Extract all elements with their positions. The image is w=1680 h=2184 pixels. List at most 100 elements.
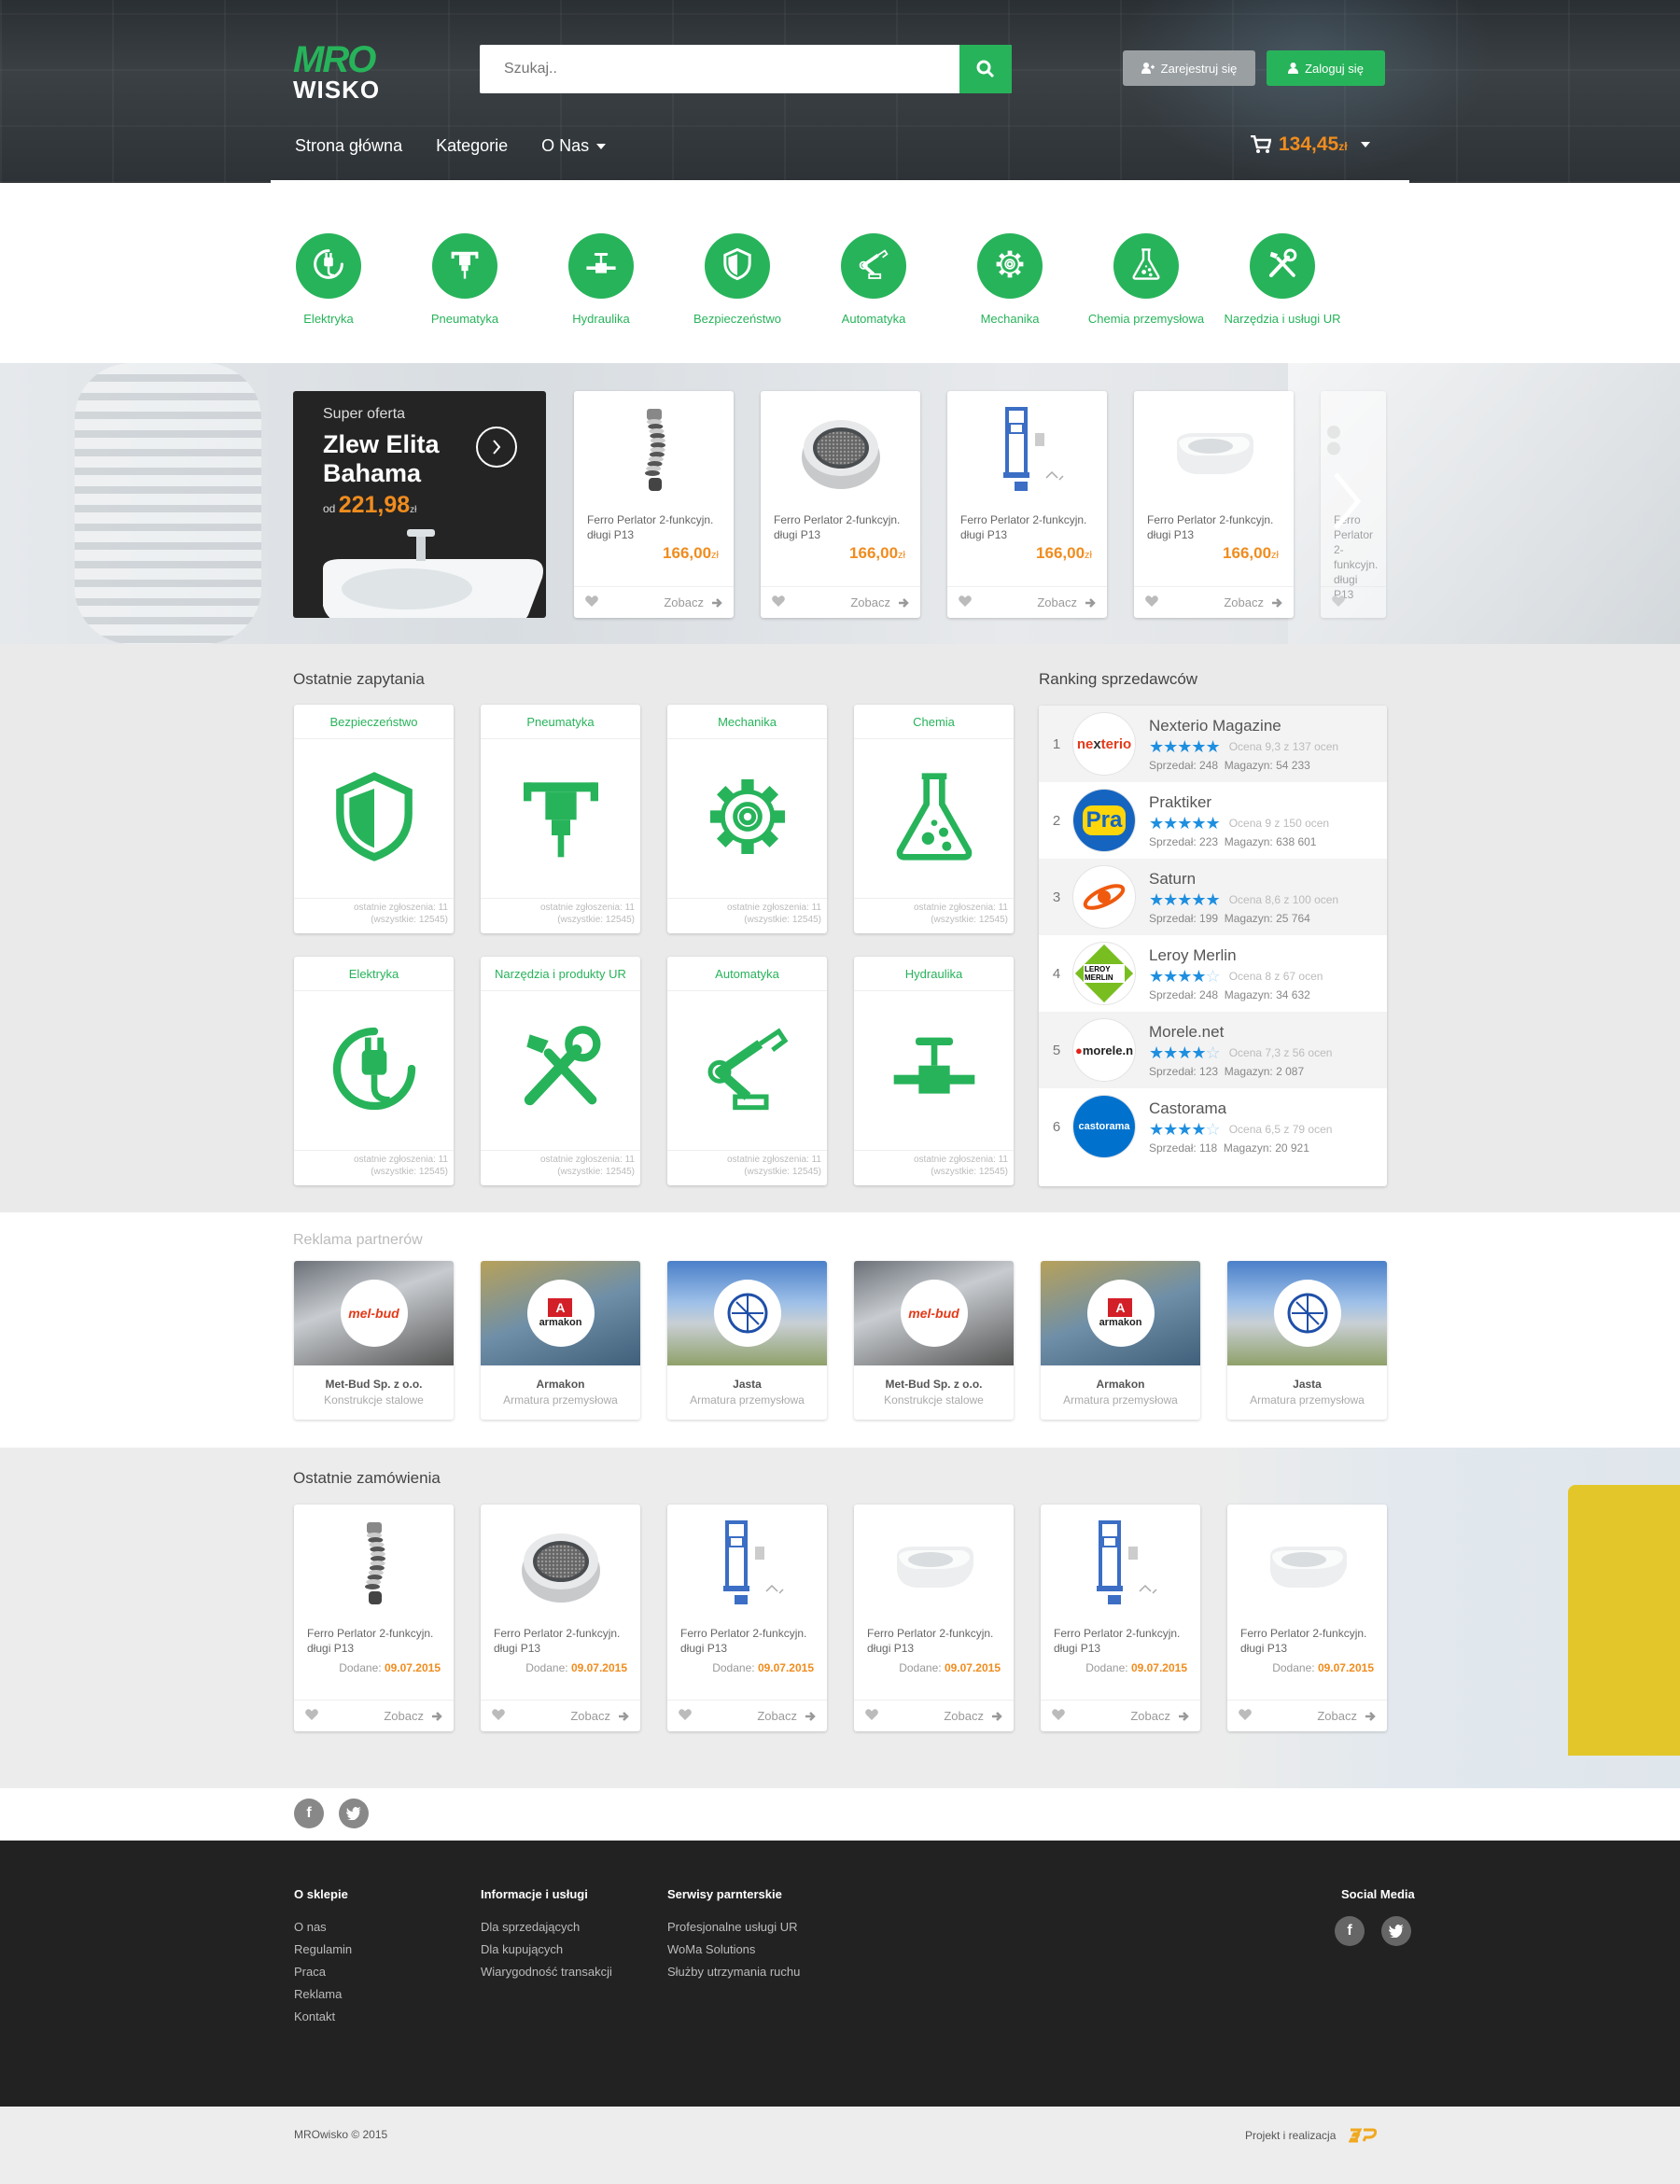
product-image	[294, 1505, 454, 1626]
nav-about[interactable]: O Nas	[541, 136, 607, 156]
view-button[interactable]: Zobacz	[757, 1709, 816, 1723]
footer-link[interactable]: Regulamin	[294, 1939, 352, 1961]
query-card[interactable]: Narzędzia i produkty UR ostatnie zgłosze…	[481, 957, 640, 1185]
query-card[interactable]: Bezpieczeństwo ostatnie zgłoszenia: 11 (w…	[294, 705, 454, 933]
offer-arrow-button[interactable]	[476, 427, 517, 468]
partner-card[interactable]: mel-bud Met-Bud Sp. z o.o. Konstrukcje s…	[854, 1261, 1014, 1420]
twitter-button[interactable]	[1381, 1916, 1411, 1946]
category-label: Automatyka	[841, 312, 906, 326]
query-card[interactable]: Hydraulika ostatnie zgłoszenia: 11 (wszys…	[854, 957, 1014, 1185]
order-card[interactable]: Ferro Perlator 2-funkcyjn. długi P13 Dod…	[481, 1505, 640, 1731]
hero-product-card[interactable]: Ferro Perlator 2-funkcyjn. długi P13 166…	[574, 391, 734, 618]
ranking-row[interactable]: 5 ●morele.n Morele.net ★★★★☆ Ocena 7,3 z …	[1039, 1012, 1387, 1088]
category-bezpieczeństwo[interactable]: Bezpieczeństwo	[672, 233, 803, 328]
product-actions: Zobacz	[1041, 1700, 1200, 1731]
cart[interactable]: 134,45zł	[1251, 133, 1370, 156]
favorite-button[interactable]	[1145, 595, 1158, 609]
order-card[interactable]: Ferro Perlator 2-funkcyjn. długi P13 Dod…	[1227, 1505, 1387, 1731]
add-user-icon	[1141, 63, 1155, 74]
footer-link[interactable]: Służby utrzymania ruchu	[667, 1961, 800, 1983]
partner-card[interactable]: Jasta Armatura przemysłowa	[667, 1261, 827, 1420]
footer-link[interactable]: WoMa Solutions	[667, 1939, 800, 1961]
footer-link[interactable]: Wiarygodność transakcji	[481, 1961, 612, 1983]
footer-link[interactable]: Dla kupujących	[481, 1939, 612, 1961]
view-button[interactable]: Zobacz	[570, 1709, 629, 1723]
favorite-button[interactable]	[1239, 1709, 1252, 1723]
logo[interactable]: MRO WISKO	[293, 41, 379, 102]
favorite-button[interactable]	[772, 595, 785, 609]
hero-product-card[interactable]: Ferro Perlator 2-funkcyjn. długi P13 166…	[1134, 391, 1294, 618]
seller-name: Morele.net	[1149, 1022, 1225, 1041]
order-card[interactable]: Ferro Perlator 2-funkcyjn. długi P13 Dod…	[1041, 1505, 1200, 1731]
view-button[interactable]: Zobacz	[664, 595, 722, 609]
register-button[interactable]: Zarejestruj się	[1123, 50, 1255, 86]
view-button[interactable]: Zobacz	[850, 595, 909, 609]
favorite-button[interactable]	[679, 1709, 692, 1723]
category-automatyka[interactable]: Automatyka	[808, 233, 939, 328]
view-button[interactable]: Zobacz	[1224, 595, 1282, 609]
partner-card[interactable]: mel-bud Met-Bud Sp. z o.o. Konstrukcje s…	[294, 1261, 454, 1420]
view-button[interactable]: Zobacz	[1037, 595, 1096, 609]
favorite-button[interactable]	[959, 595, 972, 609]
twitter-icon	[346, 1807, 361, 1820]
nav-categories[interactable]: Kategorie	[436, 136, 508, 156]
footer-link[interactable]: Praca	[294, 1961, 352, 1983]
super-offer[interactable]: Super oferta Zlew Elita Bahama od 221,98…	[293, 391, 546, 618]
order-card[interactable]: Ferro Perlator 2-funkcyjn. długi P13 Dod…	[854, 1505, 1014, 1731]
rating-score: Ocena 8 z 67 ocen	[1228, 970, 1323, 983]
partner-card[interactable]: Jasta Armatura przemysłowa	[1227, 1261, 1387, 1420]
search-button[interactable]	[959, 45, 1012, 93]
facebook-button[interactable]: f	[1335, 1916, 1365, 1946]
order-card[interactable]: Ferro Perlator 2-funkcyjn. długi P13 Dod…	[294, 1505, 454, 1731]
footer-link[interactable]: Profesjonalne usługi UR	[667, 1916, 800, 1939]
favorite-button[interactable]	[1332, 595, 1345, 609]
order-card[interactable]: Ferro Perlator 2-funkcyjn. długi P13 Dod…	[667, 1505, 827, 1731]
nav-home[interactable]: Strona główna	[295, 136, 402, 156]
footer-link[interactable]: O nas	[294, 1916, 352, 1939]
footer-link[interactable]: Reklama	[294, 1983, 352, 2006]
ranking-row[interactable]: 6 castorama Castorama ★★★★☆ Ocena 6,5 z 7…	[1039, 1088, 1387, 1165]
carousel-next-button[interactable]	[1328, 469, 1365, 534]
login-button[interactable]: Zaloguj się	[1267, 50, 1385, 86]
category-narzędzia[interactable]: Narzędzia i usługi UR	[1217, 233, 1348, 328]
ranking-row[interactable]: 3 Saturn ★★★★★ Ocena 8,6 z 100 ocen Sprze…	[1039, 859, 1387, 935]
caret-down-icon	[1360, 142, 1370, 147]
query-card[interactable]: Chemia ostatnie zgłoszenia: 11 (wszystkie…	[854, 705, 1014, 933]
facebook-button[interactable]: f	[294, 1799, 324, 1828]
query-card[interactable]: Pneumatyka ostatnie zgłoszenia: 11 (wszys…	[481, 705, 640, 933]
view-button[interactable]: Zobacz	[1317, 1709, 1376, 1723]
seller-name: Saturn	[1149, 869, 1197, 888]
favorite-button[interactable]	[1052, 1709, 1065, 1723]
view-button[interactable]: Zobacz	[1130, 1709, 1189, 1723]
favorite-button[interactable]	[865, 1709, 878, 1723]
search-input[interactable]	[480, 45, 959, 93]
category-elektryka[interactable]: Elektryka	[263, 233, 394, 328]
favorite-button[interactable]	[492, 1709, 505, 1723]
category-mechanika[interactable]: Mechanika	[945, 233, 1075, 328]
ranking-row[interactable]: 2 Pra Praktiker ★★★★★ Ocena 9 z 150 ocen …	[1039, 782, 1387, 859]
footer-link[interactable]: Kontakt	[294, 2006, 352, 2028]
partner-card[interactable]: Aarmakon Armakon Armatura przemysłowa	[1041, 1261, 1200, 1420]
view-button[interactable]: Zobacz	[944, 1709, 1002, 1723]
product-price: 166,00zł	[849, 544, 905, 562]
footer-link[interactable]: Dla sprzedających	[481, 1916, 612, 1939]
category-chemia[interactable]: Chemia przemysłowa	[1081, 233, 1211, 328]
category-hydraulika[interactable]: Hydraulika	[536, 233, 666, 328]
category-pneumatyka[interactable]: Pneumatyka	[399, 233, 530, 328]
credits[interactable]: Projekt i realizacja	[1245, 2128, 1378, 2143]
credits-label: Projekt i realizacja	[1245, 2129, 1337, 2142]
favorite-button[interactable]	[305, 1709, 318, 1723]
favorite-button[interactable]	[585, 595, 598, 609]
hero-product-card[interactable]: Ferro Perlator 2-funkcyjn. długi P13 166…	[947, 391, 1107, 618]
hero-product-card[interactable]: Ferro Perlator 2-funkcyjn. długi P13 166…	[761, 391, 920, 618]
query-card[interactable]: Automatyka ostatnie zgłoszenia: 11 (wszys…	[667, 957, 827, 1185]
view-button[interactable]: Zobacz	[384, 1709, 442, 1723]
ranking-row[interactable]: 4 LEROY MERLIN Leroy Merlin ★★★★☆ Ocena 8…	[1039, 935, 1387, 1012]
partner-card[interactable]: Aarmakon Armakon Armatura przemysłowa	[481, 1261, 640, 1420]
twitter-button[interactable]	[339, 1799, 369, 1828]
heart-icon	[585, 595, 598, 607]
query-card[interactable]: Elektryka ostatnie zgłoszenia: 11 (wszyst…	[294, 957, 454, 1185]
ranking-row[interactable]: 1 nexterio Nexterio Magazine ★★★★★ Ocena …	[1039, 706, 1387, 782]
query-card[interactable]: Mechanika ostatnie zgłoszenia: 11 (wszyst…	[667, 705, 827, 933]
product-name: Ferro Perlator 2-funkcyjn. długi P13	[960, 513, 1087, 541]
